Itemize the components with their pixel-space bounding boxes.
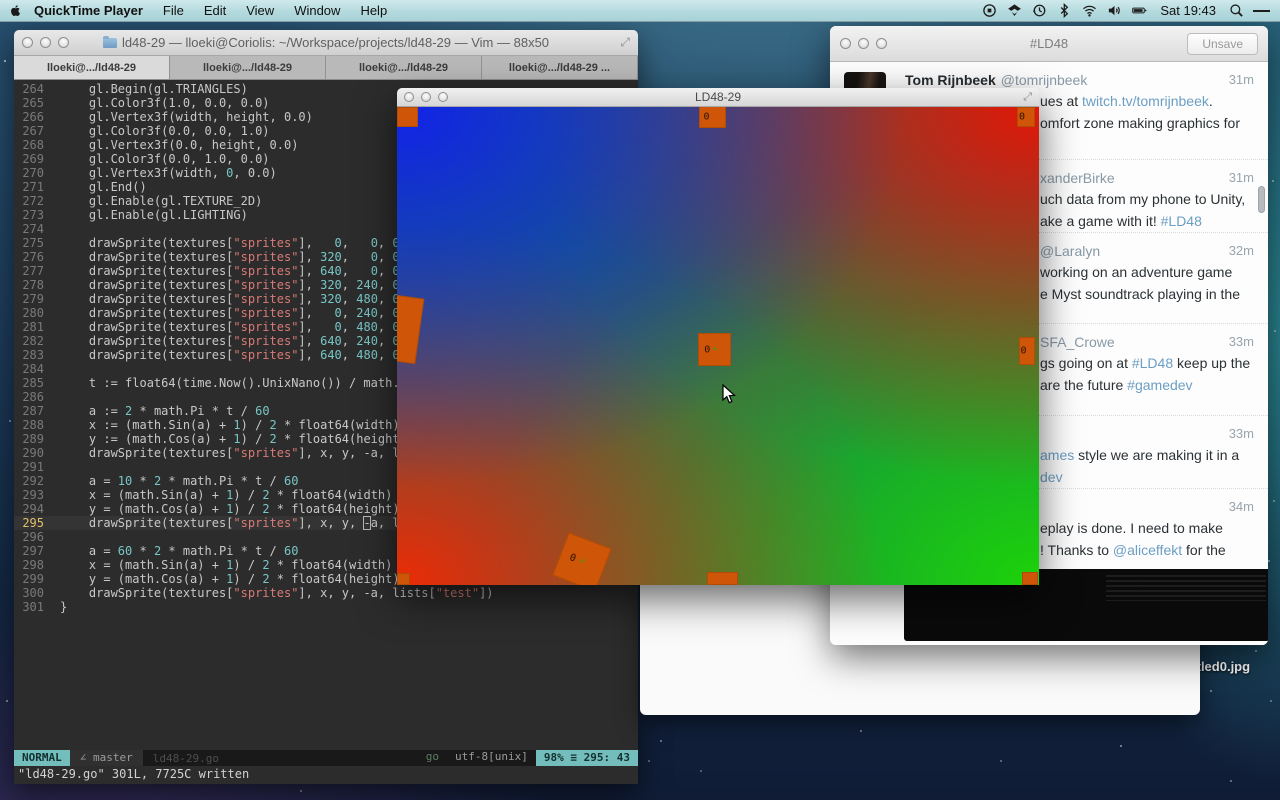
twitter-title-bar[interactable]: #LD48 Unsave [830, 26, 1268, 62]
terminal-title-bar[interactable]: ld48-29 — lloeki@Coriolis: ~/Workspace/p… [14, 30, 638, 56]
active-app-name[interactable]: QuickTime Player [34, 3, 143, 18]
menu-window[interactable]: Window [284, 3, 350, 18]
game-sprite-7: 0+ [552, 532, 611, 585]
statusline-filename: ld48-29.go [143, 752, 229, 765]
game-sprite-6: 0 [1019, 337, 1035, 365]
tweet-timestamp: 31m [1229, 170, 1254, 185]
tweet-link[interactable]: @aliceffekt [1113, 542, 1182, 558]
vim-statusline: NORMAL ∠ master ld48-29.go go utf-8[unix… [14, 750, 638, 766]
game-title-bar[interactable]: LD48-29 ⤢ [397, 88, 1039, 107]
game-sprite-10 [1022, 572, 1038, 585]
terminal-tab-bar: lloeki@.../ld48-29lloeki@.../ld48-29lloe… [14, 56, 638, 80]
tweet-timestamp: 33m [1229, 334, 1254, 349]
tweet-link[interactable]: dev [1040, 469, 1063, 485]
tweet-text-line: ames style we are making it in a [1040, 444, 1254, 466]
mouse-cursor [722, 384, 737, 410]
tweet-author-handle[interactable]: @tomrijnbeek [1001, 72, 1088, 88]
terminal-tab-4[interactable]: lloeki@.../ld48-29 ... [482, 56, 638, 79]
game-sprite-3: 0 [1017, 107, 1035, 127]
desktop-file-label[interactable]: itled0.jpg [1193, 659, 1250, 674]
tweet-text-line: working on an adventure game [1040, 261, 1254, 283]
tweet-author-handle[interactable]: SFA_Crowe [1040, 334, 1115, 350]
battery-icon[interactable] [1131, 3, 1148, 19]
apple-menu-icon[interactable] [0, 3, 30, 18]
tweet-timestamp: 32m [1229, 243, 1254, 258]
tweet-author-name[interactable]: Tom Rijnbeek [905, 72, 996, 88]
menu-bar: QuickTime Player FileEditViewWindowHelp … [0, 0, 1280, 22]
game-window-title: LD48-29 [397, 90, 1039, 104]
sprite-frame-number: 0 [704, 344, 710, 355]
game-sprite-9 [707, 572, 738, 585]
encoding-indicator: utf-8[unix] [447, 750, 536, 766]
tweet-text-line: e Myst soundtrack playing in the [1040, 283, 1254, 305]
game-sprite-2: 0 [699, 107, 726, 128]
game-canvas[interactable]: 000+0+00+ [397, 107, 1039, 585]
sprite-frame-number: 0 [1019, 112, 1025, 123]
volume-icon[interactable] [1106, 3, 1123, 19]
game-sprite-5: 0+ [698, 333, 731, 366]
fullscreen-icon[interactable]: ⤢ [1023, 91, 1032, 104]
time-machine-icon[interactable] [1031, 3, 1048, 19]
tweet-text-line: omfort zone making graphics for [1040, 112, 1254, 134]
tweet-author-handle[interactable]: xanderBirke [1040, 170, 1115, 186]
terminal-tab-2[interactable]: lloeki@.../ld48-29 [170, 56, 326, 79]
game-sprite-1 [397, 107, 418, 127]
game-window: LD48-29 ⤢ 000+0+00+ [397, 88, 1039, 585]
tweet-text-line: ues at twitch.tv/tomrijnbeek. [1040, 90, 1254, 112]
screen-recording-stop-icon[interactable] [981, 3, 998, 19]
terminal-tab-3[interactable]: lloeki@.../ld48-29 [326, 56, 482, 79]
menu-help[interactable]: Help [350, 3, 397, 18]
wifi-icon[interactable] [1081, 3, 1098, 19]
tweet-link[interactable]: ames [1040, 447, 1074, 463]
dropbox-icon[interactable] [1006, 3, 1023, 19]
menu-bar-status-area: Sat 19:43 [981, 3, 1280, 19]
menu-view[interactable]: View [236, 3, 284, 18]
tweet-text-line: uch data from my phone to Unity, [1040, 188, 1254, 210]
git-branch-indicator: ∠ master [70, 750, 143, 766]
tweet-author-handle[interactable]: @Laralyn [1040, 243, 1100, 259]
menu-file[interactable]: File [153, 3, 194, 18]
code-line-300: 300 drawSprite(textures["sprites"], x, y… [14, 586, 638, 600]
tweet-link[interactable]: twitch.tv/tomrijnbeek [1082, 93, 1209, 109]
sprite-center-marker: + [578, 556, 587, 567]
tweet-link[interactable]: #LD48 [1132, 355, 1173, 371]
code-line-301: 301} [14, 600, 638, 614]
game-sprite-8 [397, 573, 410, 585]
tweet-timestamp: 33m [1229, 426, 1254, 441]
image-terminal-text [1106, 575, 1266, 601]
tweet-text-line: dev [1040, 466, 1254, 488]
game-sprite-4: 0+ [397, 292, 424, 364]
tweet-text-line: eplay is done. I need to make [1040, 517, 1254, 539]
bluetooth-icon[interactable] [1056, 3, 1073, 19]
vim-message-line: "ld48-29.go" 301L, 7725C written [14, 766, 638, 784]
vim-mode-indicator: NORMAL [14, 750, 70, 766]
sprite-frame-number: 0 [568, 552, 578, 564]
tweet-timestamp: 31m [1229, 72, 1254, 87]
tweet-text-line: are the future #gamedev [1040, 374, 1254, 396]
menu-edit[interactable]: Edit [194, 3, 236, 18]
spotlight-search-icon[interactable] [1228, 3, 1245, 19]
menu-items: FileEditViewWindowHelp [153, 3, 397, 18]
folder-proxy-icon[interactable] [103, 38, 117, 48]
tweet-text-line: gs going on at #LD48 keep up the [1040, 352, 1254, 374]
unsave-button[interactable]: Unsave [1187, 33, 1258, 55]
tweet-timestamp: 34m [1229, 499, 1254, 514]
notification-center-icon[interactable] [1253, 3, 1270, 19]
sprite-frame-number: 0 [704, 111, 710, 122]
tweet-link[interactable]: #gamedev [1127, 377, 1192, 393]
terminal-window-title: ld48-29 — lloeki@Coriolis: ~/Workspace/p… [14, 35, 638, 50]
scrollbar-thumb[interactable] [1258, 186, 1265, 213]
tweet-text-line: ! Thanks to @aliceffekt for the [1040, 539, 1254, 561]
sprite-center-marker: + [712, 344, 717, 354]
terminal-tab-1[interactable]: lloeki@.../ld48-29 [14, 56, 170, 79]
filetype-indicator: go [418, 750, 447, 766]
cursor-position-indicator: 98% ≡ 295: 43 [536, 750, 638, 766]
sprite-frame-number: 0 [1020, 346, 1026, 357]
menu-bar-clock[interactable]: Sat 19:43 [1156, 3, 1220, 18]
sprite-center-marker: + [397, 322, 398, 333]
tweet-link[interactable]: #LD48 [1161, 213, 1202, 229]
tweet-text-line: ake a game with it! #LD48 [1040, 210, 1254, 232]
fullscreen-icon[interactable]: ⤢ [620, 35, 630, 50]
